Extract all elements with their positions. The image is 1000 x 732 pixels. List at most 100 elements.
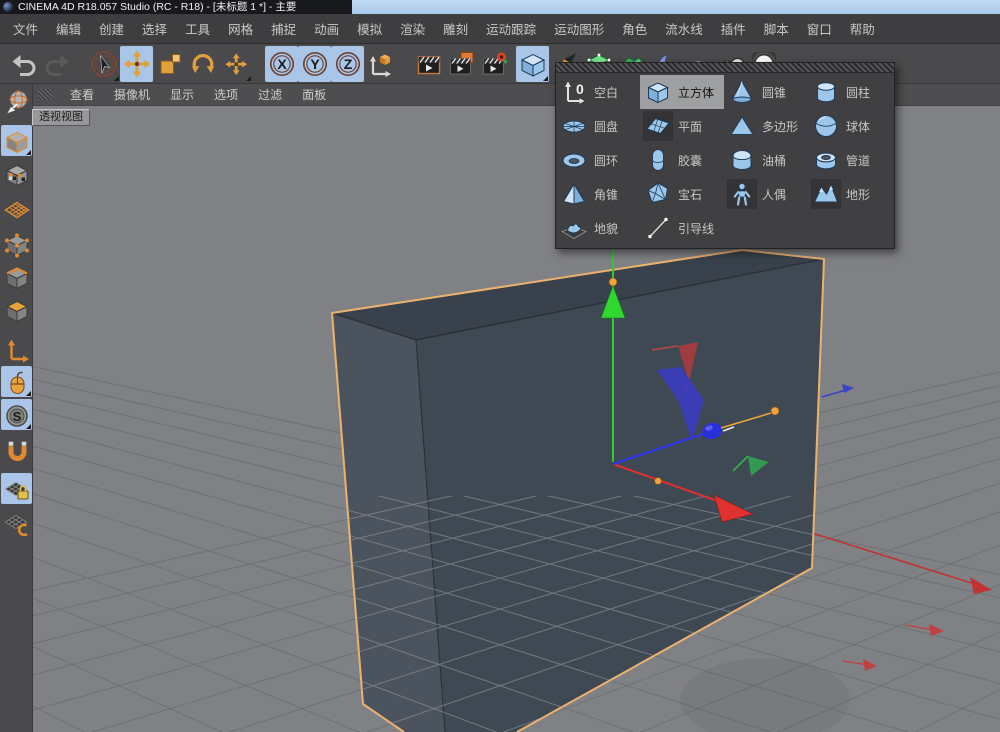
viewport-menu-item-4[interactable]: 过滤 xyxy=(248,86,292,103)
move-tool-button[interactable] xyxy=(120,46,153,82)
redo-button[interactable] xyxy=(40,46,73,82)
scale-tool-button[interactable] xyxy=(153,46,186,82)
last-used-tool-move-button[interactable] xyxy=(219,46,252,82)
svg-text:0: 0 xyxy=(576,81,584,97)
viewport-menu-item-2[interactable]: 显示 xyxy=(160,86,204,103)
lock-x-axis-button[interactable]: X xyxy=(265,46,298,82)
move-icon xyxy=(123,50,151,78)
viewport-menu-item-1[interactable]: 摄像机 xyxy=(104,86,160,103)
edges-mode-button[interactable] xyxy=(1,261,32,292)
primitive-disc[interactable]: 圆盘 xyxy=(556,109,640,143)
points-mode-button[interactable] xyxy=(1,228,32,259)
primitive-cylinder[interactable]: 圆柱 xyxy=(808,75,892,109)
menu-item-15[interactable]: 插件 xyxy=(712,19,755,38)
polygons-mode-button[interactable] xyxy=(1,294,32,325)
menu-item-17[interactable]: 窗口 xyxy=(798,19,841,38)
viewport-menu-item-0[interactable]: 查看 xyxy=(60,86,104,103)
panel-tearoff-grip[interactable] xyxy=(556,63,894,73)
rotate-tool-button[interactable] xyxy=(186,46,219,82)
primitive-capsule[interactable]: 胶囊 xyxy=(640,143,724,177)
primitive-landscape[interactable]: 地形 xyxy=(808,177,892,211)
menu-item-12[interactable]: 运动图形 xyxy=(545,19,613,38)
primitive-gem[interactable]: 宝石 xyxy=(640,177,724,211)
menu-item-13[interactable]: 角色 xyxy=(613,19,656,38)
cone-icon xyxy=(727,77,757,107)
svg-text:Z: Z xyxy=(343,56,352,72)
primitive-label: 多边形 xyxy=(762,118,798,135)
menu-item-9[interactable]: 渲染 xyxy=(391,19,434,38)
model-mode-button[interactable] xyxy=(1,125,32,156)
menu-item-5[interactable]: 网格 xyxy=(219,19,262,38)
relief-icon xyxy=(559,213,589,243)
menu-item-18[interactable]: 帮助 xyxy=(841,19,884,38)
live-selection-button[interactable] xyxy=(87,46,120,82)
menu-item-11[interactable]: 运动跟踪 xyxy=(477,19,545,38)
menu-item-16[interactable]: 脚本 xyxy=(755,19,798,38)
render-settings-button[interactable] xyxy=(477,46,510,82)
tube-icon xyxy=(811,145,841,175)
viewport-navigation-button[interactable] xyxy=(1,366,32,397)
viewport-grip-icon[interactable] xyxy=(38,89,53,100)
coordinate-system-button[interactable] xyxy=(364,46,397,82)
primitive-label: 引导线 xyxy=(678,220,714,237)
lock-y-axis-button[interactable]: Y xyxy=(298,46,331,82)
menu-item-6[interactable]: 捕捉 xyxy=(262,19,305,38)
axis-letter-icon: Y xyxy=(301,50,329,78)
render-icon xyxy=(414,50,442,78)
primitive-tube[interactable]: 管道 xyxy=(808,143,892,177)
menu-item-3[interactable]: 选择 xyxy=(133,19,176,38)
disc-icon xyxy=(559,111,589,141)
workplane-icon xyxy=(3,193,31,221)
rotate-icon xyxy=(189,50,217,78)
menu-item-1[interactable]: 编辑 xyxy=(47,19,90,38)
menu-item-7[interactable]: 动画 xyxy=(305,19,348,38)
magnet-tool-button[interactable] xyxy=(1,436,32,467)
primitive-label: 平面 xyxy=(678,118,702,135)
primitive-relief[interactable]: 地貌 xyxy=(556,211,640,245)
undo-icon xyxy=(10,50,38,78)
primitive-label: 地形 xyxy=(846,186,870,203)
primitive-polygon[interactable]: 多边形 xyxy=(724,109,808,143)
undo-button[interactable] xyxy=(7,46,40,82)
workplane-grid-mode-button[interactable] xyxy=(1,506,32,537)
menu-item-10[interactable]: 雕刻 xyxy=(434,19,477,38)
menu-item-4[interactable]: 工具 xyxy=(176,19,219,38)
primitive-label: 宝石 xyxy=(678,186,702,203)
mouse-icon xyxy=(3,368,31,396)
primitive-label: 角锥 xyxy=(594,186,618,203)
texture-mode-button[interactable] xyxy=(1,158,32,189)
viewport-menu-item-5[interactable]: 面板 xyxy=(292,86,336,103)
primitive-null[interactable]: 0空白 xyxy=(556,75,640,109)
sphere-icon xyxy=(811,111,841,141)
lock-workplane-button[interactable] xyxy=(1,473,32,504)
menu-item-8[interactable]: 模拟 xyxy=(348,19,391,38)
axis-letter-icon: X xyxy=(268,50,296,78)
viewport-menu-item-3[interactable]: 选项 xyxy=(204,86,248,103)
render-to-picture-viewer-button[interactable] xyxy=(444,46,477,82)
primitive-label: 圆环 xyxy=(594,152,618,169)
add-cube-primitive-button[interactable] xyxy=(516,46,549,82)
snap-icon: S xyxy=(3,401,31,429)
enable-axis-button[interactable] xyxy=(1,333,32,364)
menu-item-14[interactable]: 流水线 xyxy=(656,19,712,38)
primitive-cone[interactable]: 圆锥 xyxy=(724,75,808,109)
primitive-plane[interactable]: 平面 xyxy=(640,109,724,143)
figure-icon xyxy=(727,179,757,209)
enable-snap-button[interactable]: S xyxy=(1,399,32,430)
menu-item-0[interactable]: 文件 xyxy=(4,19,47,38)
primitive-torus[interactable]: 圆环 xyxy=(556,143,640,177)
primitive-guide[interactable]: 引导线 xyxy=(640,211,724,245)
primitive-pyramid[interactable]: 角锥 xyxy=(556,177,640,211)
workplane-tool-button[interactable] xyxy=(1,191,32,222)
polygons-icon xyxy=(3,296,31,324)
primitive-figure[interactable]: 人偶 xyxy=(724,177,808,211)
primitive-label: 圆锥 xyxy=(762,84,786,101)
oil-tank-icon xyxy=(727,145,757,175)
render-view-button[interactable] xyxy=(411,46,444,82)
primitive-sphere[interactable]: 球体 xyxy=(808,109,892,143)
primitive-cube[interactable]: 立方体 xyxy=(640,75,724,109)
primitive-oil-tank[interactable]: 油桶 xyxy=(724,143,808,177)
lock-z-axis-button[interactable]: Z xyxy=(331,46,364,82)
menu-item-2[interactable]: 创建 xyxy=(90,19,133,38)
make-editable-button[interactable] xyxy=(1,86,32,117)
